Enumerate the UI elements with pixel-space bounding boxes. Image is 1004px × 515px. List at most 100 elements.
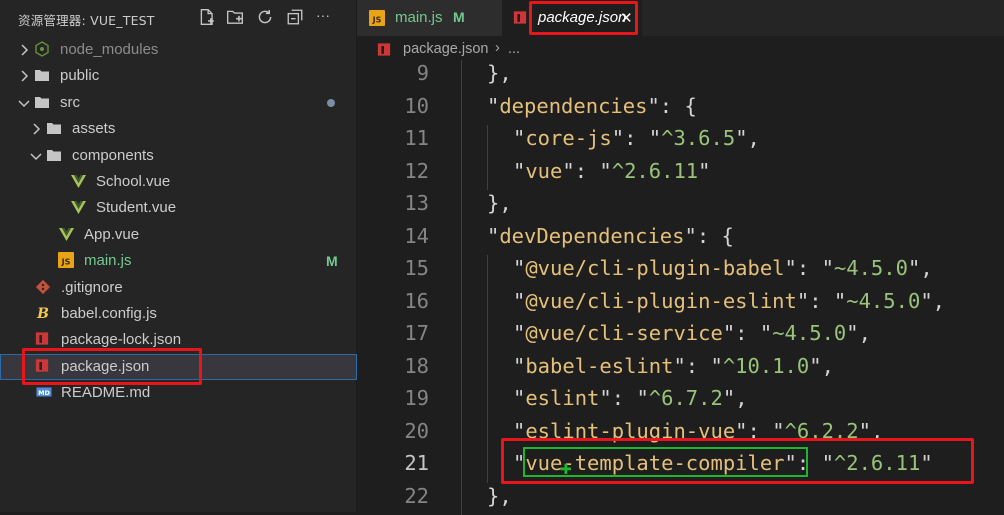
explorer-header: 资源管理器: VUE_TEST ··· — [0, 0, 357, 36]
code-token-quote: " — [673, 354, 685, 378]
code-token-quote: " — [822, 256, 834, 280]
vue-icon — [70, 173, 86, 190]
tab-label: main.js — [395, 9, 443, 26]
tree-item-node-modules[interactable]: node_modules — [0, 37, 357, 63]
tree-item-school-vue[interactable]: School.vue — [0, 169, 357, 195]
code-line[interactable]: 22}, — [357, 483, 1004, 515]
tree-item-label: README.md — [61, 384, 150, 401]
chevron-right-icon[interactable] — [16, 42, 32, 58]
line-number: 10 — [357, 94, 429, 118]
code-line[interactable]: 14"devDependencies": { — [357, 223, 1004, 256]
tree-item-babel-config-js[interactable]: Bbabel.config.js — [0, 301, 357, 327]
breadcrumb-file[interactable]: package.json — [403, 41, 488, 57]
code-text: "@vue/cli-service": "~4.5.0", — [513, 321, 871, 345]
code-token-quote: " — [723, 321, 735, 345]
code-line[interactable]: 15"@vue/cli-plugin-babel": "~4.5.0", — [357, 255, 1004, 288]
new-file-icon[interactable] — [196, 7, 218, 27]
code-token-punc: : — [686, 354, 711, 378]
babel-icon: B — [35, 305, 51, 322]
indent-guide — [461, 125, 462, 158]
code-line[interactable]: 11"core-js": "^3.6.5", — [357, 125, 1004, 158]
code-text: "vue": "^2.6.11" — [513, 159, 711, 183]
npm-icon — [377, 42, 391, 57]
code-token-quote: " — [513, 159, 525, 183]
collapse-all-icon[interactable] — [284, 7, 306, 27]
indent-guide — [487, 255, 488, 288]
code-token-quote: " — [698, 159, 710, 183]
git-icon — [35, 279, 51, 296]
tree-item-gitignore[interactable]: .gitignore — [0, 275, 357, 301]
code-token-punc: : — [809, 289, 834, 313]
code-line[interactable]: 16"@vue/cli-plugin-eslint": "~4.5.0", — [357, 288, 1004, 321]
code-token-quote: " — [797, 289, 809, 313]
code-token-key: @vue/cli-service — [525, 321, 722, 345]
code-token-str: ^10.1.0 — [723, 354, 809, 378]
indent-guide — [461, 320, 462, 353]
chevron-down-icon[interactable] — [28, 148, 44, 164]
chevron-right-icon[interactable] — [28, 121, 44, 137]
code-line[interactable]: 17 "@vue/cli-service": "~4.5.0", — [357, 320, 1004, 353]
line-number: 17 — [357, 321, 429, 345]
tree-item-student-vue[interactable]: Student.vue — [0, 195, 357, 221]
refresh-icon[interactable] — [254, 7, 276, 27]
code-editor[interactable]: 22},21"vue-template-compiler": "^2.6.11"… — [357, 60, 1004, 512]
mouse-cursor-crosshair: ✚ — [560, 462, 572, 478]
tree-item-main-js[interactable]: JSmain.jsM — [0, 248, 357, 274]
tree-item-label: src — [60, 94, 80, 111]
tree-item-label: App.vue — [84, 226, 139, 243]
folder-icon — [46, 147, 62, 164]
new-folder-icon[interactable] — [224, 7, 246, 27]
code-token-quote: " — [735, 126, 747, 150]
code-token-punc: : — [797, 256, 822, 280]
code-line[interactable]: 13}, — [357, 190, 1004, 223]
code-token-quote: " — [834, 289, 846, 313]
code-token-punc: , — [933, 289, 945, 313]
tree-item-src[interactable]: src — [0, 90, 357, 116]
changes-dot — [327, 99, 335, 107]
code-line[interactable]: 18"babel-eslint": "^10.1.0", — [357, 353, 1004, 386]
line-number: 19 — [357, 386, 429, 410]
code-line[interactable]: 12"vue": "^2.6.11" — [357, 158, 1004, 191]
code-token-key: core-js — [525, 126, 611, 150]
code-token-quote: " — [599, 159, 611, 183]
js-icon: JS — [369, 10, 385, 26]
tree-item-label: School.vue — [96, 173, 170, 190]
code-token-quote: " — [908, 256, 920, 280]
folder-icon — [34, 94, 50, 111]
line-number: 20 — [357, 419, 429, 443]
modified-badge: M — [453, 9, 465, 25]
code-text: }, — [487, 484, 512, 508]
js-icon: JS — [58, 252, 74, 269]
code-token-quote: " — [513, 289, 525, 313]
indent-guide — [461, 255, 462, 288]
svg-text:MD: MD — [38, 389, 50, 397]
tree-item-label: .gitignore — [61, 279, 123, 296]
code-line[interactable]: 9}, — [357, 60, 1004, 93]
more-icon[interactable]: ··· — [316, 7, 338, 27]
tree-item-label: node_modules — [60, 41, 158, 58]
breadcrumb-more[interactable]: ... — [508, 41, 520, 57]
code-token-str: ^3.6.5 — [661, 126, 735, 150]
tree-item-label: main.js — [84, 252, 132, 269]
tree-item-assets[interactable]: assets — [0, 116, 357, 142]
tree-item-app-vue[interactable]: App.vue — [0, 222, 357, 248]
tree-item-label: Student.vue — [96, 199, 176, 216]
chevron-right-icon[interactable] — [16, 68, 32, 84]
code-token-quote: " — [599, 386, 611, 410]
code-token-key: @vue/cli-plugin-eslint — [525, 289, 797, 313]
code-token-quote: " — [649, 126, 661, 150]
line-number: 16 — [357, 289, 429, 313]
npm-icon — [35, 331, 51, 348]
tree-item-components[interactable]: components — [0, 143, 357, 169]
svg-text:B: B — [36, 306, 49, 321]
code-token-quote: " — [513, 321, 525, 345]
tree-item-public[interactable]: public — [0, 63, 357, 89]
line-number: 22 — [357, 484, 429, 508]
chevron-down-icon[interactable] — [16, 95, 32, 111]
code-line[interactable]: 10"dependencies": { — [357, 93, 1004, 126]
highlight-box-tab — [529, 1, 638, 35]
tab-main-js[interactable]: JS main.js M — [357, 0, 502, 36]
line-number: 14 — [357, 224, 429, 248]
code-token-punc: }, — [487, 191, 512, 215]
code-line[interactable]: 19"eslint": "^6.7.2", — [357, 385, 1004, 418]
